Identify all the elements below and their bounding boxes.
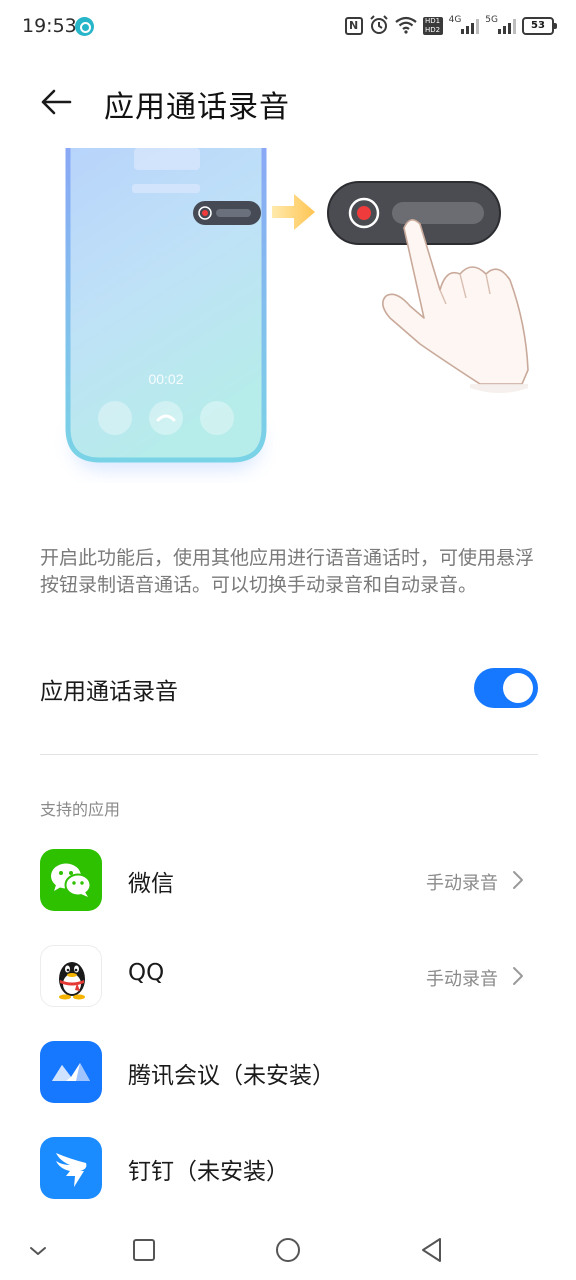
feature-illustration: 00:02 [0,148,576,498]
app-bar: 应用通话录音 [0,70,576,134]
signal-2-icon [498,18,516,34]
qq-icon [40,945,102,1007]
tencent-meeting-icon [40,1041,102,1103]
wechat-icon [40,849,102,911]
app-name: 腾讯会议（未安装） [128,1063,335,1089]
status-bar: 19:53 N HD1 HD2 4G 5G 53 [0,0,576,54]
network-type-2: 5G [485,14,498,25]
nav-recents-button[interactable] [126,1232,162,1268]
chevron-down-icon [30,1247,46,1255]
supported-apps-list: 微信 手动录音 QQ 手动录音 腾讯会议（未安装） 钉钉（未安装） [0,832,576,1216]
status-time: 19:53 [22,15,77,37]
nfc-icon: N [344,17,363,35]
back-button[interactable] [38,84,74,120]
app-call-recording-row[interactable]: 应用通话录音 [40,660,538,716]
status-icons: N HD1 HD2 4G 5G 53 [344,14,557,38]
switch-knob [503,673,533,703]
app-row-wechat[interactable]: 微信 手动录音 [0,832,576,928]
chevron-right-icon [513,871,523,889]
page-title: 应用通话录音 [104,90,290,125]
network-type-1: 4G [448,14,462,25]
square-icon [133,1239,155,1261]
triangle-back-icon [422,1238,441,1262]
battery-icon: 53 [522,17,557,35]
nav-collapse-button[interactable] [20,1232,56,1268]
call-timer: 00:02 [148,371,183,387]
wifi-icon [394,16,417,37]
app-row-tencent-meeting[interactable]: 腾讯会议（未安装） [0,1024,576,1120]
recording-mode: 手动录音 [426,873,498,894]
divider [40,754,538,755]
supported-apps-header: 支持的应用 [40,800,121,819]
signal-1-icon [461,18,480,34]
app-name: 钉钉（未安装） [128,1159,289,1185]
app-row-qq[interactable]: QQ 手动录音 [0,928,576,1024]
chevron-right-icon [513,967,523,985]
recording-mode: 手动录音 [426,969,498,990]
circle-icon [276,1238,300,1262]
app-row-dingtalk[interactable]: 钉钉（未安装） [0,1120,576,1216]
app-name: 微信 [128,871,174,897]
app-call-recording-switch[interactable] [474,668,538,708]
alarm-icon [369,14,389,38]
back-arrow-icon [41,89,72,115]
nav-home-button[interactable] [270,1232,306,1268]
hd-voice-icon: HD1 HD2 [422,17,443,35]
notification-app-icon [75,17,94,36]
nav-back-button[interactable] [414,1232,450,1268]
dingtalk-icon [40,1137,102,1199]
toggle-label: 应用通话录音 [40,679,178,705]
app-name: QQ [128,960,165,986]
navigation-bar [0,1218,576,1280]
feature-description: 开启此功能后，使用其他应用进行语音通话时，可使用悬浮按钮录制语音通话。可以切换手… [40,547,535,596]
